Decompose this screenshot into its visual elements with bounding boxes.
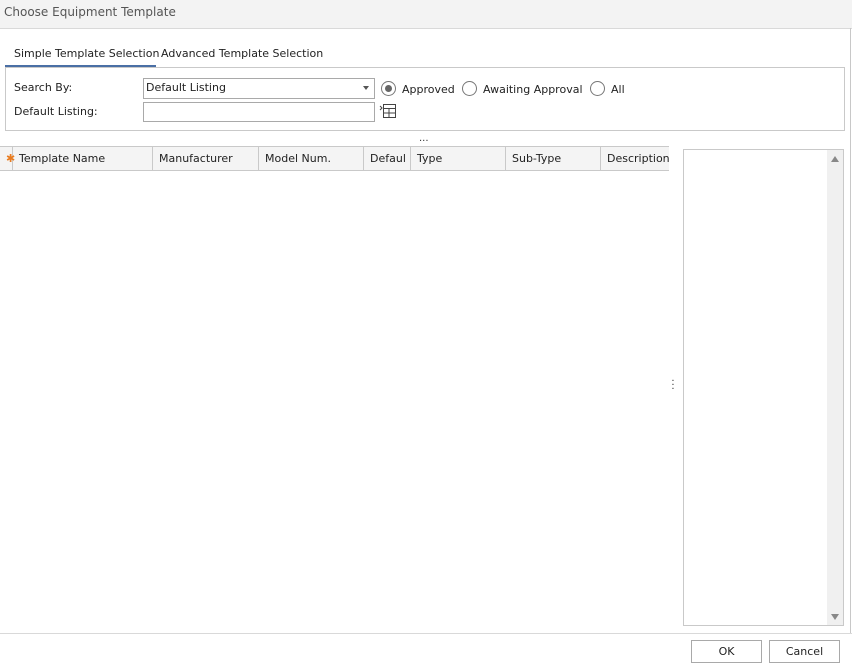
scroll-up-icon[interactable] bbox=[831, 156, 839, 162]
all-radio[interactable] bbox=[590, 81, 605, 96]
column-header-template-name[interactable]: Template Name bbox=[13, 147, 153, 170]
default-listing-label: Default Listing: bbox=[14, 105, 98, 118]
tab-simple-template-selection[interactable]: Simple Template Selection bbox=[14, 47, 159, 65]
cancel-accelerator: C bbox=[785, 645, 794, 658]
all-radio-label[interactable]: All bbox=[611, 83, 625, 96]
column-header-model-num[interactable]: Model Num. bbox=[259, 147, 364, 170]
column-header-default[interactable]: Defaul bbox=[364, 147, 411, 170]
chevron-down-icon bbox=[363, 86, 369, 90]
search-by-value: Default Listing bbox=[146, 81, 226, 94]
search-panel bbox=[5, 67, 845, 131]
column-header-description[interactable]: Description bbox=[601, 147, 670, 170]
approved-radio-label[interactable]: Approved bbox=[402, 83, 455, 96]
column-header-manufacturer[interactable]: Manufacturer bbox=[153, 147, 259, 170]
search-by-label: Search By: bbox=[14, 81, 73, 94]
default-listing-input[interactable] bbox=[143, 102, 375, 122]
scroll-down-icon[interactable] bbox=[831, 614, 839, 620]
cancel-button[interactable]: Cancel bbox=[769, 640, 840, 663]
cancel-label-rest: ancel bbox=[793, 645, 824, 658]
column-header-sub-type[interactable]: Sub-Type bbox=[506, 147, 601, 170]
window-title: Choose Equipment Template bbox=[4, 5, 176, 19]
title-bar: Choose Equipment Template bbox=[0, 0, 852, 28]
awaiting-approval-radio[interactable] bbox=[462, 81, 477, 96]
search-by-dropdown[interactable]: Default Listing bbox=[143, 78, 375, 99]
tab-advanced-template-selection[interactable]: Advanced Template Selection bbox=[161, 47, 323, 65]
template-grid-header: ✱ Template Name Manufacturer Model Num. … bbox=[0, 146, 670, 171]
approved-radio[interactable] bbox=[381, 81, 396, 96]
awaiting-approval-radio-label[interactable]: Awaiting Approval bbox=[483, 83, 583, 96]
ok-button[interactable]: OK bbox=[691, 640, 762, 663]
divider bbox=[0, 633, 852, 634]
vertical-scrollbar[interactable] bbox=[827, 150, 843, 625]
splitter-grip[interactable]: ... bbox=[419, 133, 429, 144]
vertical-splitter[interactable]: · · · bbox=[671, 377, 675, 395]
new-row-indicator: ✱ bbox=[0, 147, 15, 170]
column-header-type[interactable]: Type bbox=[411, 147, 506, 170]
preview-panel bbox=[683, 149, 844, 626]
table-lookup-icon[interactable] bbox=[379, 103, 397, 119]
divider bbox=[850, 28, 851, 634]
divider bbox=[0, 28, 852, 29]
